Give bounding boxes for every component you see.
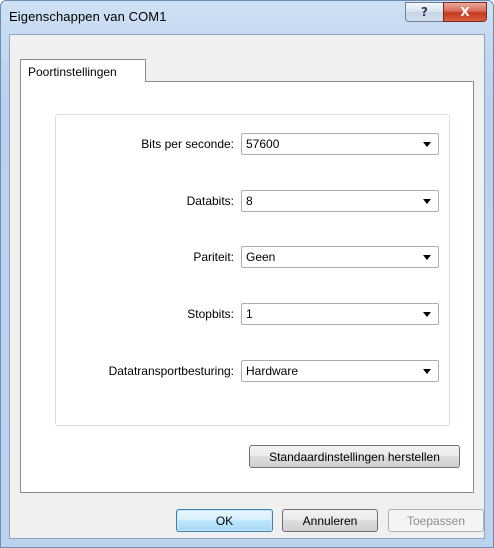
setting-row-parity: Pariteit: Geen [56,246,449,268]
settings-group: Bits per seconde: 57600 Databits: 8 Pari… [55,114,450,426]
title-bar[interactable]: Eigenschappen van COM1 ? X [1,1,493,34]
bits-per-second-label: Bits per seconde: [141,137,234,151]
setting-row-databits: Databits: 8 [56,190,449,212]
bits-per-second-select[interactable]: 57600 [241,133,439,155]
help-button[interactable]: ? [405,2,443,22]
parity-select[interactable]: Geen [241,246,439,268]
flow-control-value: Hardware [246,364,299,378]
window-title: Eigenschappen van COM1 [9,9,167,24]
apply-button[interactable]: Toepassen [388,509,484,532]
chevron-down-icon [423,255,431,260]
databits-label: Databits: [186,194,234,208]
restore-defaults-button[interactable]: Standaardinstellingen herstellen [249,445,460,468]
tab-poortinstellingen[interactable]: Poortinstellingen [20,59,146,82]
setting-row-stopbits: Stopbits: 1 [56,303,449,325]
chevron-down-icon [423,369,431,374]
setting-row-bits-per-second: Bits per seconde: 57600 [56,133,449,155]
stopbits-label: Stopbits: [187,307,234,321]
flow-control-label: Datatransportbesturing: [108,364,234,378]
close-icon: X [460,5,470,19]
databits-value: 8 [246,194,253,208]
close-button[interactable]: X [443,2,487,22]
dialog-client-area: Poortinstellingen Bits per seconde: 5760… [9,34,485,539]
flow-control-select[interactable]: Hardware [241,360,439,382]
help-icon: ? [421,5,428,19]
chevron-down-icon [423,199,431,204]
ok-button[interactable]: OK [176,509,273,532]
parity-label: Pariteit: [193,250,234,264]
stopbits-select[interactable]: 1 [241,303,439,325]
databits-select[interactable]: 8 [241,190,439,212]
tab-panel: Bits per seconde: 57600 Databits: 8 Pari… [20,81,474,493]
bits-per-second-value: 57600 [246,137,280,151]
setting-row-flow-control: Datatransportbesturing: Hardware [56,360,449,382]
tab-label: Poortinstellingen [28,65,117,79]
stopbits-value: 1 [246,307,253,321]
title-buttons: ? X [405,2,487,22]
parity-value: Geen [246,250,276,264]
chevron-down-icon [423,142,431,147]
cancel-button[interactable]: Annuleren [282,509,378,532]
chevron-down-icon [423,312,431,317]
properties-dialog: Eigenschappen van COM1 ? X Poortinstelli… [0,0,494,548]
